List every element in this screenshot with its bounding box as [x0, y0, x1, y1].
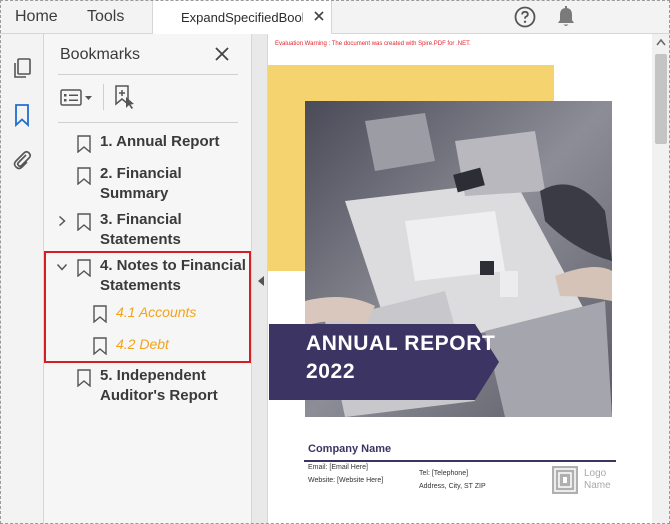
bookmark-label: Summary [100, 185, 169, 202]
bookmark-item[interactable]: 3. Financial Statements [44, 210, 252, 252]
divider [304, 460, 616, 462]
tool-rail [0, 34, 44, 524]
email-text: Email: [Email Here] [308, 464, 368, 471]
panel-title: Bookmarks [60, 46, 141, 63]
bookmark-icon [77, 135, 91, 153]
new-bookmark-icon[interactable] [112, 84, 136, 110]
bookmark-icon [77, 369, 91, 387]
bookmark-icon[interactable] [10, 103, 34, 127]
close-icon[interactable] [311, 8, 327, 24]
document-view[interactable]: Evaluation Warning : The document was cr… [268, 34, 670, 524]
cover-title: ANNUAL REPORT 2022 [306, 330, 495, 386]
bookmark-item[interactable]: 4. Notes to Financial Statements [44, 256, 252, 298]
bookmark-item[interactable]: 2. Financial Summary [44, 164, 252, 206]
bookmarks-panel: Bookmarks 1. Annual Report 2. Financial … [44, 34, 252, 524]
divider [58, 122, 238, 123]
chevron-right-icon[interactable] [56, 215, 68, 227]
bookmark-icon [93, 305, 107, 323]
tab-document-title: ExpandSpecifiedBookmarks.pdf [181, 10, 303, 25]
telephone-text: Tel: [Telephone] [419, 470, 469, 477]
bookmark-item[interactable]: 5. Independent Auditor's Report [44, 366, 252, 408]
logo-name-line: Name [584, 480, 611, 491]
bell-icon[interactable] [555, 5, 577, 29]
cover-title-line: 2022 [306, 360, 356, 383]
tab-document[interactable]: ExpandSpecifiedBookmarks.pdf [152, 0, 332, 35]
tab-home[interactable]: Home [15, 8, 58, 26]
bookmark-label: 4.2 Debt [116, 336, 169, 352]
bookmark-item[interactable]: 4.2 Debt [44, 334, 252, 358]
bookmark-icon [77, 167, 91, 185]
bookmark-label: 2. Financial [100, 165, 182, 182]
options-menu-icon[interactable] [60, 88, 96, 108]
close-icon[interactable] [214, 46, 230, 62]
logo-name: Logo Name [584, 468, 611, 492]
bookmark-item[interactable]: 1. Annual Report [44, 132, 252, 156]
vertical-scrollbar[interactable] [652, 34, 670, 524]
bookmark-label: 4.1 Accounts [116, 304, 197, 320]
bookmark-label: 5. Independent [100, 367, 206, 384]
bookmark-label: Statements [100, 231, 181, 248]
bookmark-icon [77, 259, 91, 277]
bookmark-label: Auditor's Report [100, 387, 218, 404]
chevron-left-icon[interactable] [257, 275, 265, 287]
evaluation-warning: Evaluation Warning : The document was cr… [275, 41, 471, 47]
bookmark-item[interactable]: 4.1 Accounts [44, 302, 252, 326]
paperclip-icon[interactable] [10, 148, 34, 172]
tab-bar: Home Tools ExpandSpecifiedBookmarks.pdf [0, 0, 670, 35]
panel-collapse-handle[interactable] [252, 34, 268, 524]
website-text: Website: [Website Here] [308, 477, 384, 484]
copy-pages-icon[interactable] [10, 56, 34, 80]
help-icon[interactable] [513, 5, 537, 29]
bookmark-label: 3. Financial [100, 211, 182, 228]
bookmark-icon [77, 213, 91, 231]
chevron-down-icon[interactable] [56, 261, 68, 273]
tab-tools[interactable]: Tools [87, 8, 124, 26]
bookmark-label: 1. Annual Report [100, 133, 220, 150]
bookmark-label: Statements [100, 277, 181, 294]
chevron-up-icon[interactable] [656, 38, 666, 46]
bookmark-label: 4. Notes to Financial [100, 257, 246, 274]
divider [58, 74, 238, 75]
logo-name-line: Logo [584, 468, 607, 479]
divider [103, 84, 104, 110]
cover-title-line: ANNUAL REPORT [306, 332, 496, 355]
scrollbar-thumb[interactable] [655, 54, 667, 144]
logo-icon [552, 466, 578, 494]
address-text: Address, City, ST ZIP [419, 483, 486, 490]
bookmark-icon [93, 337, 107, 355]
company-name: Company Name [308, 443, 392, 455]
